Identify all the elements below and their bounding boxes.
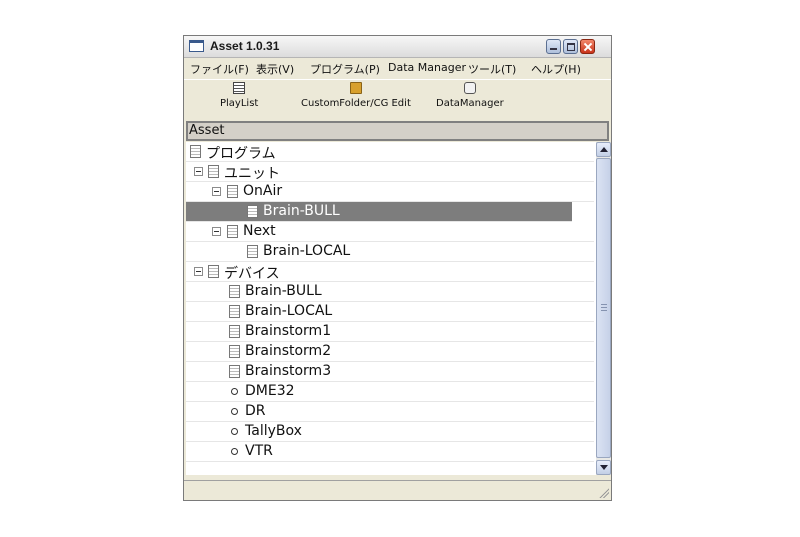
vertical-scrollbar[interactable] <box>596 142 611 475</box>
tree-item-label: Brain-LOCAL <box>263 243 351 259</box>
tree-item-program[interactable]: プログラム <box>186 142 594 162</box>
tree-item-label: Brain-BULL <box>263 203 340 219</box>
tree-item-next[interactable]: Next <box>186 222 594 242</box>
maximize-button[interactable] <box>563 39 578 54</box>
collapse-icon[interactable] <box>212 227 221 236</box>
document-icon <box>208 165 219 178</box>
tree-item-vtr[interactable]: VTR <box>186 442 594 462</box>
asset-window: Asset 1.0.31 ファイル(F) 表示(V) プログラム(P) Data… <box>183 35 612 501</box>
tree-item-device[interactable]: デバイス <box>186 262 594 282</box>
circle-icon <box>231 408 238 415</box>
menu-help[interactable]: ヘルプ(H) <box>531 61 581 77</box>
tree-item-label: ユニット <box>224 166 280 182</box>
tree-item-label: プログラム <box>206 146 276 162</box>
tree-item-dme32[interactable]: DME32 <box>186 382 594 402</box>
tree-item-label: Brain-LOCAL <box>245 303 333 319</box>
collapse-icon[interactable] <box>212 187 221 196</box>
datamanager-button[interactable]: DataManager <box>436 82 504 109</box>
tree-item-label: Next <box>243 223 276 239</box>
tree-item-label: VTR <box>245 443 273 459</box>
scroll-thumb[interactable] <box>596 158 611 458</box>
tree-item-brain-local-next[interactable]: Brain-LOCAL <box>186 242 594 262</box>
circle-icon <box>231 388 238 395</box>
menu-tools[interactable]: ツール(T) <box>468 61 516 77</box>
tree-item-brain-bull-onair[interactable]: Brain-BULL <box>186 202 572 222</box>
tree-item-brain-bull[interactable]: Brain-BULL <box>186 282 594 302</box>
tree-item-onair[interactable]: OnAir <box>186 182 594 202</box>
tree-item-label: Brainstorm2 <box>245 343 332 359</box>
grip-icon <box>601 304 607 311</box>
menu-bar: ファイル(F) 表示(V) プログラム(P) Data Manager ツール(… <box>184 58 611 78</box>
menu-program[interactable]: プログラム(P) <box>310 61 380 77</box>
scroll-up-button[interactable] <box>596 142 611 157</box>
document-icon <box>229 365 240 378</box>
tree-item-label: DME32 <box>245 383 295 399</box>
tree-item-label: TallyBox <box>245 423 302 439</box>
document-icon <box>229 345 240 358</box>
app-window-icon <box>189 40 204 52</box>
folder-icon <box>349 82 362 94</box>
customfolder-label: CustomFolder/CG Edit <box>301 98 411 109</box>
datamanager-label: DataManager <box>436 98 504 109</box>
document-icon <box>208 265 219 278</box>
document-icon <box>227 185 238 198</box>
resize-grip-icon[interactable] <box>598 487 609 498</box>
circle-icon <box>231 428 238 435</box>
document-icon <box>229 325 240 338</box>
playlist-button[interactable]: PlayList <box>220 82 258 109</box>
status-bar <box>184 480 611 500</box>
collapse-icon[interactable] <box>194 167 203 176</box>
document-icon <box>247 205 258 218</box>
tree-item-label: OnAir <box>243 183 283 199</box>
minimize-button[interactable] <box>546 39 561 54</box>
document-icon <box>247 245 258 258</box>
close-button[interactable] <box>580 39 595 54</box>
tree-item-tallybox[interactable]: TallyBox <box>186 422 594 442</box>
tree-item-unit[interactable]: ユニット <box>186 162 594 182</box>
tree-item-label: Brainstorm1 <box>245 323 332 339</box>
toolbar: PlayList CustomFolder/CG Edit DataManage… <box>184 79 611 120</box>
document-icon <box>229 285 240 298</box>
tree-item-label: Brain-BULL <box>245 283 322 299</box>
customfolder-button[interactable]: CustomFolder/CG Edit <box>301 82 411 109</box>
tree-item-brain-local[interactable]: Brain-LOCAL <box>186 302 594 322</box>
playlist-icon <box>233 82 246 94</box>
circle-icon <box>231 448 238 455</box>
document-icon <box>229 305 240 318</box>
collapse-icon[interactable] <box>194 267 203 276</box>
tree-item-brainstorm3[interactable]: Brainstorm3 <box>186 362 594 382</box>
menu-file[interactable]: ファイル(F) <box>190 61 249 77</box>
menu-data-manager[interactable]: Data Manager <box>388 61 466 74</box>
tree-item-label: デバイス <box>224 266 280 282</box>
menu-view[interactable]: 表示(V) <box>256 61 294 77</box>
tree-item-label: DR <box>245 403 266 419</box>
tree-item-dr[interactable]: DR <box>186 402 594 422</box>
window-title: Asset 1.0.31 <box>210 39 280 53</box>
scroll-down-button[interactable] <box>596 460 611 475</box>
document-icon <box>227 225 238 238</box>
asset-tree[interactable]: プログラム ユニット OnAir Brain-BULL Next Brain-L… <box>186 142 596 475</box>
panel-header: Asset <box>186 121 609 141</box>
tree-item-brainstorm2[interactable]: Brainstorm2 <box>186 342 594 362</box>
document-icon <box>190 145 201 158</box>
title-bar[interactable]: Asset 1.0.31 <box>184 36 611 58</box>
playlist-label: PlayList <box>220 98 259 109</box>
tree-item-label: Brainstorm3 <box>245 363 332 379</box>
tree-item-brainstorm1[interactable]: Brainstorm1 <box>186 322 594 342</box>
database-icon <box>463 82 476 94</box>
